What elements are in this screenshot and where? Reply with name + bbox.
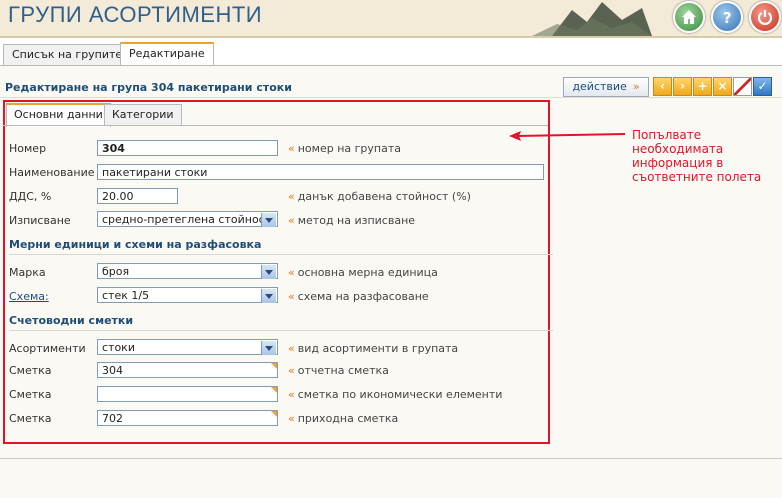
- tab-categories[interactable]: Категории: [104, 104, 182, 125]
- vat-hint: «данък добавена стойност (%): [288, 190, 471, 203]
- delete-icon: ×: [717, 79, 728, 93]
- title-divider: [0, 97, 782, 98]
- help-icon: ?: [723, 9, 732, 26]
- chevron-down-icon[interactable]: [261, 341, 276, 355]
- clear-button[interactable]: [733, 77, 752, 96]
- annotation-callout: Попълвате необходимата информация в съот…: [632, 128, 762, 184]
- number-label: Номер: [9, 142, 47, 155]
- delete-button[interactable]: ×: [713, 77, 732, 96]
- next-icon: ›: [680, 79, 685, 93]
- lookup-corner-icon: [271, 363, 277, 369]
- prev-icon: ‹: [660, 79, 665, 93]
- home-icon: [682, 10, 696, 24]
- hint-marker: «: [288, 342, 295, 355]
- assortments-select[interactable]: стоки: [97, 339, 278, 355]
- account3-hint: «приходна сметка: [288, 412, 399, 425]
- hint-marker: «: [288, 190, 295, 203]
- hint-marker: «: [288, 412, 295, 425]
- add-button[interactable]: +: [693, 77, 712, 96]
- writeoff-label: Изписване: [9, 214, 71, 227]
- account2-hint: «сметка по икономически елементи: [288, 388, 503, 401]
- writeoff-hint: «метод на изписване: [288, 214, 416, 227]
- action-button[interactable]: действие »: [563, 77, 649, 97]
- assortments-label: Асортименти: [9, 342, 86, 355]
- section-divider: [9, 330, 553, 331]
- scheme-link[interactable]: Схема:: [9, 290, 49, 303]
- account2-field[interactable]: [97, 386, 278, 402]
- action-arrow-icon: »: [632, 80, 640, 93]
- brand-hint: «основна мерна единица: [288, 266, 438, 279]
- account1-field[interactable]: 304: [97, 362, 278, 378]
- brand-value: броя: [102, 265, 130, 278]
- number-hint: «номер на групата: [288, 142, 401, 155]
- brand-select[interactable]: броя: [97, 263, 278, 279]
- assortments-value: стоки: [102, 341, 135, 354]
- page-title: Редактиране на група 304 пакетирани сток…: [5, 81, 292, 94]
- account2-label: Сметка: [9, 388, 52, 401]
- tab-main-data[interactable]: Основни данни: [6, 103, 111, 127]
- name-label: Наименование: [9, 166, 95, 179]
- app-title: ГРУПИ АСОРТИМЕНТИ: [8, 2, 263, 27]
- power-button[interactable]: [749, 1, 781, 33]
- account3-field[interactable]: 702: [97, 410, 278, 426]
- scheme-hint: «схема на разфасоване: [288, 290, 429, 303]
- hint-marker: «: [288, 388, 295, 401]
- accounts-section-title: Счетоводни сметки: [9, 314, 134, 327]
- lookup-corner-icon: [271, 411, 277, 417]
- app-header: ГРУПИ АСОРТИМЕНТИ: [0, 0, 782, 36]
- help-button[interactable]: ?: [711, 1, 743, 33]
- inner-tabs-baseline: [3, 125, 548, 126]
- svg-text:?: ?: [723, 9, 732, 26]
- units-section-title: Мерни единици и схеми на разфасовка: [9, 238, 262, 251]
- number-field[interactable]: 304: [97, 140, 278, 156]
- action-label: действие: [572, 80, 627, 93]
- hint-marker: «: [288, 364, 295, 377]
- save-button[interactable]: ✓: [753, 77, 772, 96]
- prev-button[interactable]: ‹: [653, 77, 672, 96]
- tab-group-list[interactable]: Списък на групите: [3, 44, 132, 65]
- name-field[interactable]: пакетирани стоки: [97, 164, 544, 180]
- writeoff-value: средно-претеглена стойност: [102, 213, 272, 226]
- header-divider: [0, 36, 782, 38]
- scheme-select[interactable]: стек 1/5: [97, 287, 278, 303]
- chevron-down-icon[interactable]: [261, 289, 276, 303]
- account1-label: Сметка: [9, 364, 52, 377]
- save-icon: ✓: [757, 79, 768, 93]
- assortments-hint: «вид асортименти в групата: [288, 342, 459, 355]
- hint-marker: «: [288, 290, 295, 303]
- chevron-down-icon[interactable]: [261, 265, 276, 279]
- hint-marker: «: [288, 266, 295, 279]
- footer-divider: [0, 458, 782, 459]
- home-button[interactable]: [673, 1, 705, 33]
- account1-hint: «отчетна сметка: [288, 364, 389, 377]
- writeoff-select[interactable]: средно-претеглена стойност: [97, 211, 278, 227]
- tab-edit[interactable]: Редактиране: [120, 42, 214, 67]
- brand-label: Марка: [9, 266, 46, 279]
- section-divider: [9, 254, 553, 255]
- annotation-arrow-icon: [509, 131, 626, 141]
- next-button[interactable]: ›: [673, 77, 692, 96]
- hint-marker: «: [288, 214, 295, 227]
- account3-value: 702: [102, 412, 123, 425]
- account1-value: 304: [102, 364, 123, 377]
- hint-marker: «: [288, 142, 295, 155]
- vat-label: ДДС, %: [9, 190, 52, 203]
- scheme-value: стек 1/5: [102, 289, 150, 302]
- lookup-corner-icon: [271, 387, 277, 393]
- power-icon: [757, 10, 773, 25]
- header-decoration: [532, 2, 652, 36]
- top-tabs: Списък на групите Редактиране: [0, 42, 782, 67]
- vat-field[interactable]: 20.00: [97, 188, 178, 204]
- chevron-down-icon[interactable]: [261, 213, 276, 227]
- add-icon: +: [697, 79, 708, 93]
- account3-label: Сметка: [9, 412, 52, 425]
